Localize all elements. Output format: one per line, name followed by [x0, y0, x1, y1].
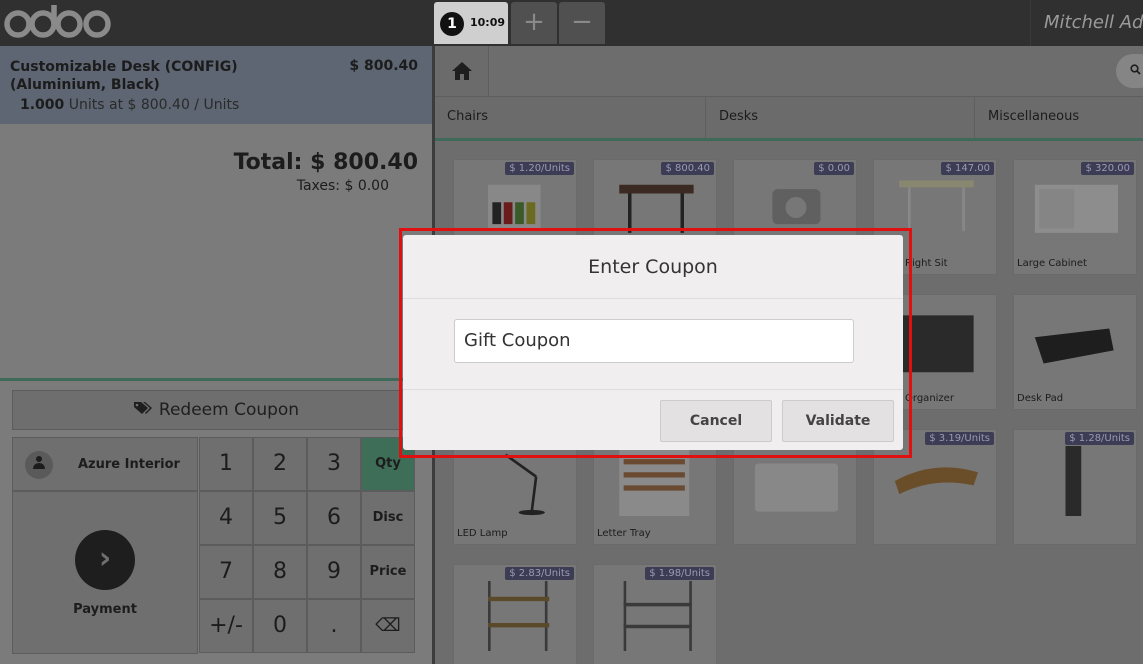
dialog-title: Enter Coupon [403, 235, 903, 299]
user-icon [25, 451, 53, 479]
disc-mode-button[interactable]: Disc [361, 491, 415, 545]
order-line-quantity: 1.000 Units at $ 800.40 / Units [20, 97, 239, 113]
product-name: Letter Tray [597, 528, 651, 539]
order-number-badge: 1 [440, 12, 464, 36]
product-image [1034, 328, 1114, 364]
numpad-key-6[interactable]: 6 [307, 491, 361, 545]
numpad-key-2[interactable]: 2 [253, 437, 307, 491]
order-total: Total: $ 800.40 [233, 150, 418, 175]
product-name: Desk Pad [1017, 393, 1064, 404]
product-card[interactable]: $ 2.83/Units [453, 564, 577, 664]
category-bar: Chairs Desks Miscellaneous [435, 96, 1143, 139]
coupon-code-input[interactable]: Gift Coupon [454, 319, 854, 363]
order-pane: Customizable Desk (CONFIG) (Aluminium, B… [0, 46, 432, 664]
category-miscellaneous[interactable]: Miscellaneous [976, 97, 1143, 139]
price-mode-button[interactable]: Price [361, 545, 415, 599]
order-tab[interactable]: 1 10:09 [434, 2, 508, 44]
order-line-product: Customizable Desk (CONFIG) (Aluminium, B… [10, 59, 238, 93]
numpad-key-5[interactable]: 5 [253, 491, 307, 545]
top-bar: 1 10:09 + − Mitchell Adr [0, 0, 1143, 46]
search-button[interactable] [1116, 54, 1143, 88]
product-image [1065, 446, 1082, 516]
decimal-key[interactable]: . [307, 599, 361, 653]
product-card[interactable]: $ 1.28/Units [1013, 429, 1137, 545]
payment-label: Payment [73, 602, 137, 617]
dialog-footer: Cancel Validate [403, 389, 903, 450]
pos-screen: 1 10:09 + − Mitchell Adr Customizable De… [0, 0, 1143, 664]
numpad-key-3[interactable]: 3 [307, 437, 361, 491]
numpad-key-9[interactable]: 9 [307, 545, 361, 599]
category-divider [435, 138, 1143, 141]
product-card[interactable]: Desk Pad [1013, 294, 1137, 410]
home-button[interactable] [435, 46, 489, 96]
backspace-icon[interactable]: ⌫ [361, 599, 415, 653]
order-time: 10:09 [470, 16, 506, 29]
numpad-key-4[interactable]: 4 [199, 491, 253, 545]
add-order-button[interactable]: + [511, 2, 557, 44]
home-icon [451, 62, 472, 80]
category-desks[interactable]: Desks [707, 97, 975, 139]
product-price-badge: $ 2.83/Units [505, 567, 574, 580]
remove-order-button[interactable]: − [559, 2, 605, 44]
tags-icon [133, 391, 153, 429]
chevron-right-icon: › [75, 530, 135, 590]
cancel-button[interactable]: Cancel [660, 400, 772, 442]
search-icon [1130, 64, 1141, 75]
product-image [894, 467, 978, 495]
numpad-key-8[interactable]: 8 [253, 545, 307, 599]
product-price-badge: $ 1.98/Units [645, 567, 714, 580]
numpad-key-1[interactable]: 1 [199, 437, 253, 491]
order-line-price: $ 800.40 [349, 58, 418, 74]
product-image [504, 453, 545, 516]
payment-button[interactable]: › Payment [12, 491, 198, 654]
product-price-badge: $ 1.28/Units [1065, 432, 1134, 445]
enter-coupon-dialog: Enter Coupon Gift Coupon Cancel Validate [403, 235, 903, 450]
product-price-badge: $ 0.00 [814, 162, 854, 175]
user-name[interactable]: Mitchell Adr [1030, 0, 1143, 46]
product-image [619, 446, 690, 516]
validate-button[interactable]: Validate [782, 400, 894, 442]
product-name: LED Lamp [457, 528, 508, 539]
customer-name: Azure Interior [78, 457, 180, 472]
order-taxes: Taxes: $ 0.00 [296, 178, 389, 194]
product-price-badge: $ 1.20/Units [505, 162, 574, 175]
odoo-logo [4, 5, 111, 38]
product-price-badge: $ 320.00 [1081, 162, 1134, 175]
product-card[interactable]: $ 1.98/Units [593, 564, 717, 664]
product-image [623, 581, 692, 651]
unit-info: Units at $ 800.40 / Units [68, 97, 240, 113]
numpad-key-7[interactable]: 7 [199, 545, 253, 599]
order-line[interactable]: Customizable Desk (CONFIG) (Aluminium, B… [0, 46, 432, 124]
product-image [754, 463, 838, 512]
product-price-badge: $ 3.19/Units [925, 432, 994, 445]
customer-button[interactable]: Azure Interior [12, 437, 198, 491]
divider [0, 378, 432, 381]
product-price-badge: $ 147.00 [941, 162, 994, 175]
product-price-badge: $ 800.40 [661, 162, 714, 175]
redeem-coupon-label: Redeem Coupon [158, 400, 300, 420]
product-name: Large Cabinet [1017, 258, 1087, 269]
product-image [1034, 184, 1118, 233]
product-image [488, 581, 550, 651]
numpad-key-0[interactable]: 0 [253, 599, 307, 653]
category-chairs[interactable]: Chairs [435, 97, 706, 139]
product-card[interactable]: $ 320.00 Large Cabinet [1013, 159, 1137, 275]
quantity-value: 1.000 [20, 97, 65, 113]
plus-minus-key[interactable]: +/- [199, 599, 253, 653]
redeem-coupon-button[interactable]: Redeem Coupon [12, 390, 420, 430]
